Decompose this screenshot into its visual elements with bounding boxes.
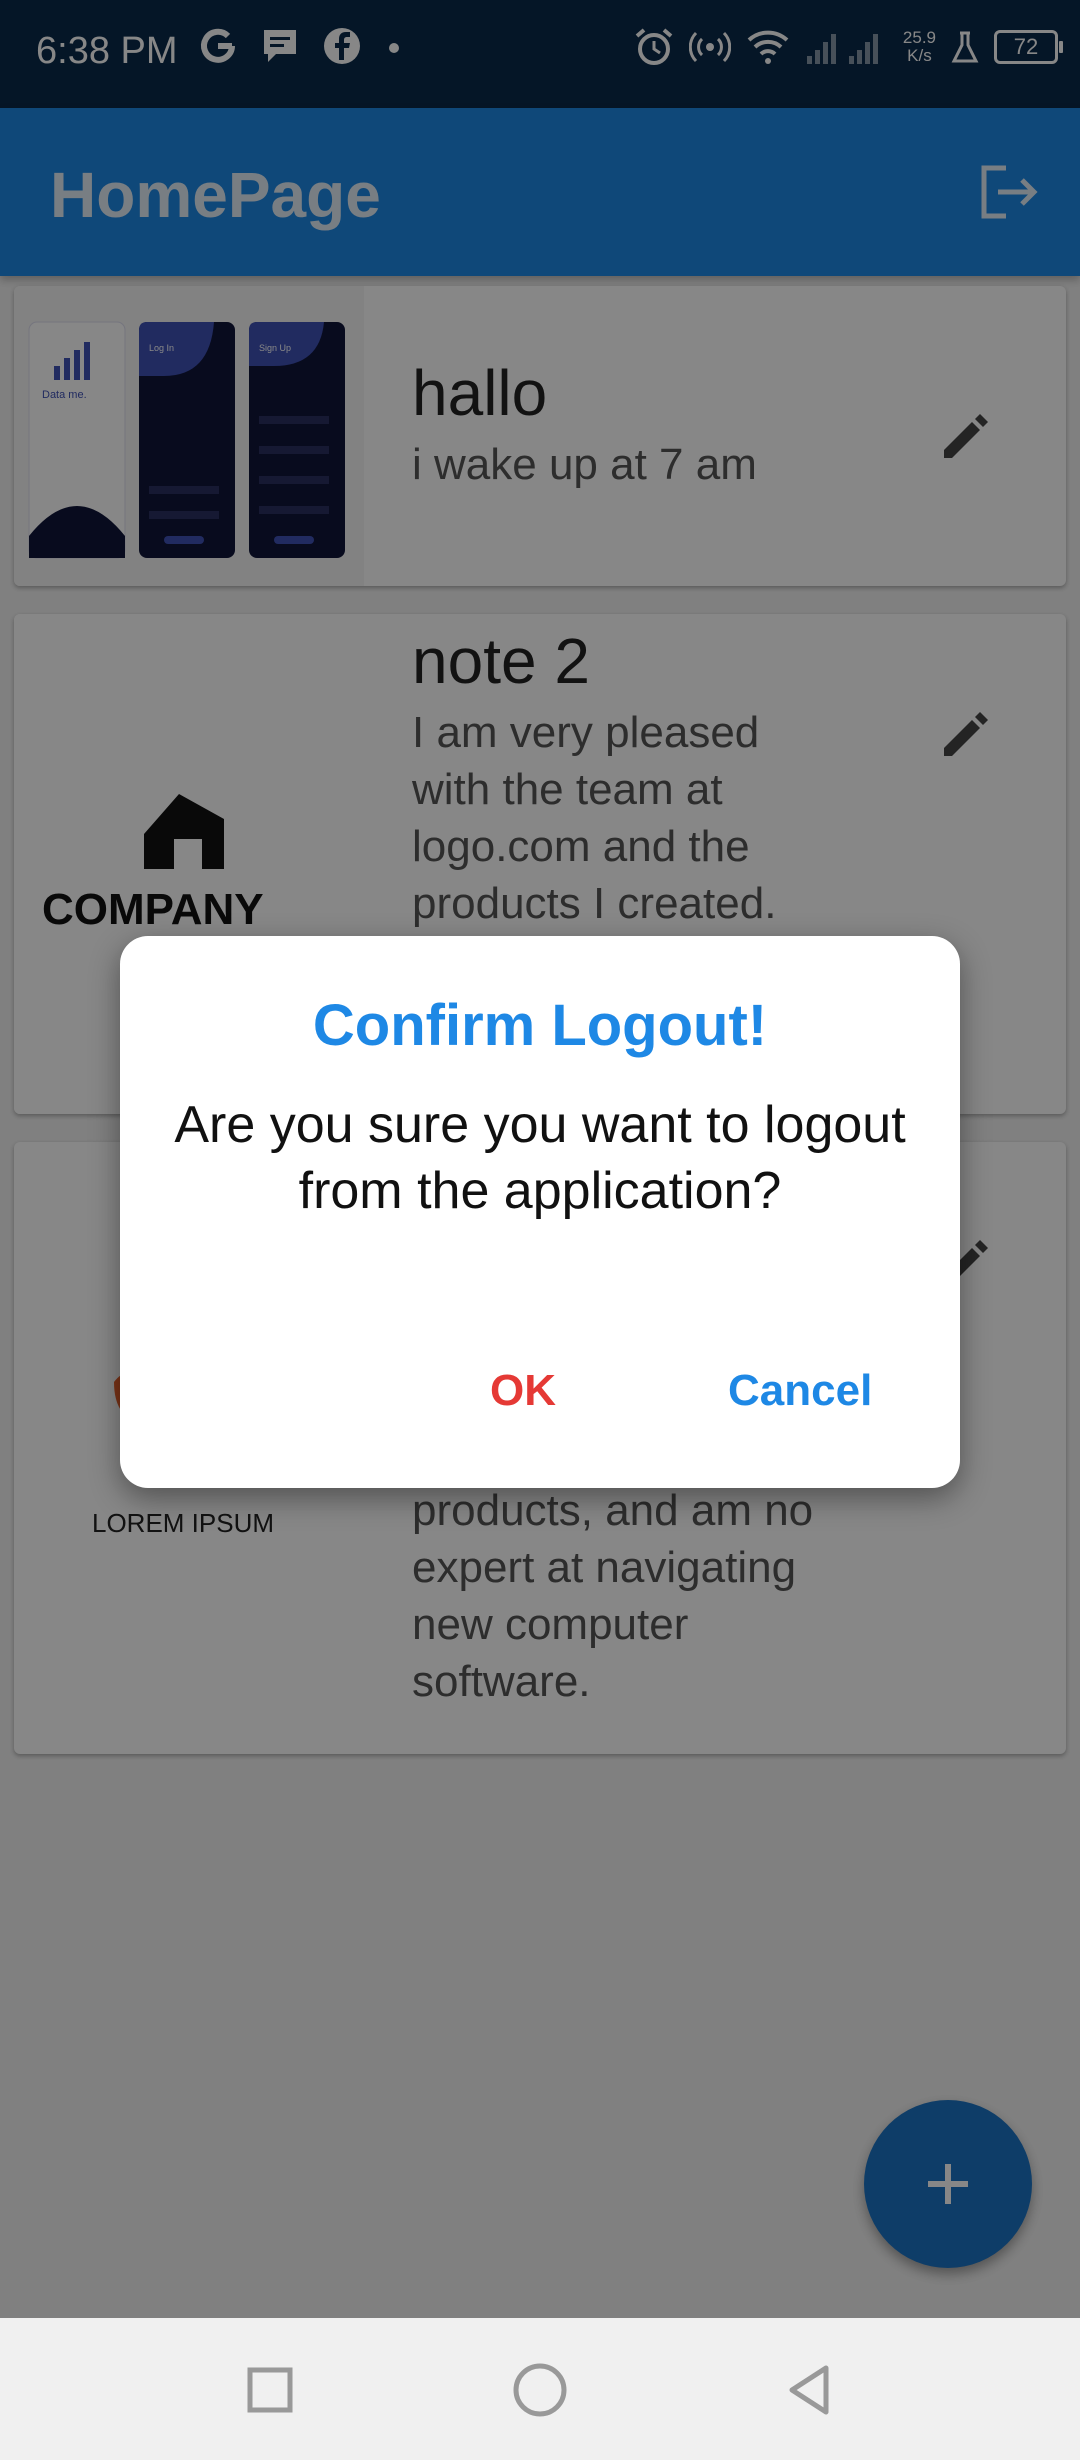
system-nav-bar: [0, 2318, 1080, 2460]
home-icon[interactable]: [508, 2358, 572, 2422]
back-icon[interactable]: [778, 2358, 842, 2422]
logout-confirm-dialog: Confirm Logout! Are you sure you want to…: [120, 936, 960, 1488]
cancel-button[interactable]: Cancel: [708, 1356, 892, 1426]
ok-button[interactable]: OK: [470, 1356, 576, 1426]
dialog-message: Are you sure you want to logout from the…: [174, 1096, 906, 1220]
dialog-title: Confirm Logout!: [312, 993, 768, 1058]
recents-icon[interactable]: [238, 2358, 302, 2422]
